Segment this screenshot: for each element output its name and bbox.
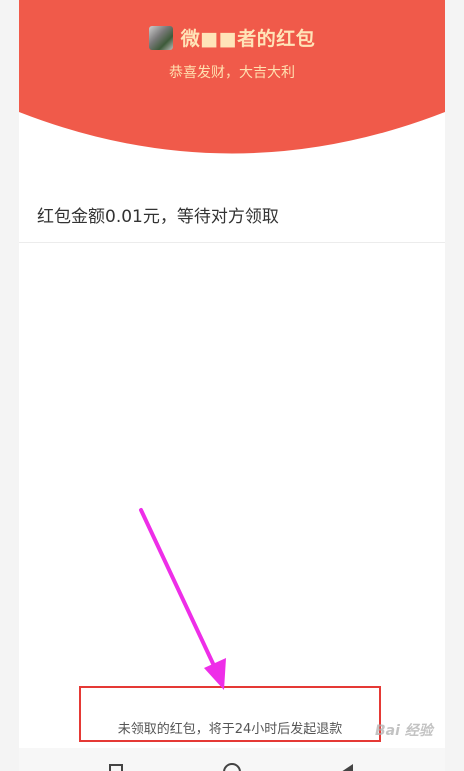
amount-status-row: 红包金额0.01元，等待对方领取 [19, 190, 445, 243]
recent-triangle-icon[interactable] [341, 764, 353, 771]
red-packet-detail-page: 微■■者的红包 恭喜发财，大吉大利 红包金额0.01元，等待对方领取 未领取的红… [19, 0, 445, 771]
sender-title: 微■■者的红包 [180, 28, 316, 50]
system-nav-bar [19, 748, 445, 771]
home-circle-icon[interactable] [223, 763, 241, 771]
refund-notice-text: 未领取的红包，将于24小时后发起退款 [117, 722, 343, 737]
amount-status-text: 红包金额0.01元，等待对方领取 [37, 207, 279, 227]
sender-avatar[interactable] [148, 25, 173, 50]
greeting-subtitle: 恭喜发财，大吉大利 [169, 65, 295, 81]
back-square-icon[interactable] [109, 764, 123, 771]
baidu-watermark: Bai 经验 [375, 723, 433, 739]
highlight-box: 未领取的红包，将于24小时后发起退款 [79, 686, 381, 742]
red-packet-header: 微■■者的红包 恭喜发财，大吉大利 [19, 0, 445, 160]
sender-row: 微■■者的红包 [19, 24, 445, 51]
